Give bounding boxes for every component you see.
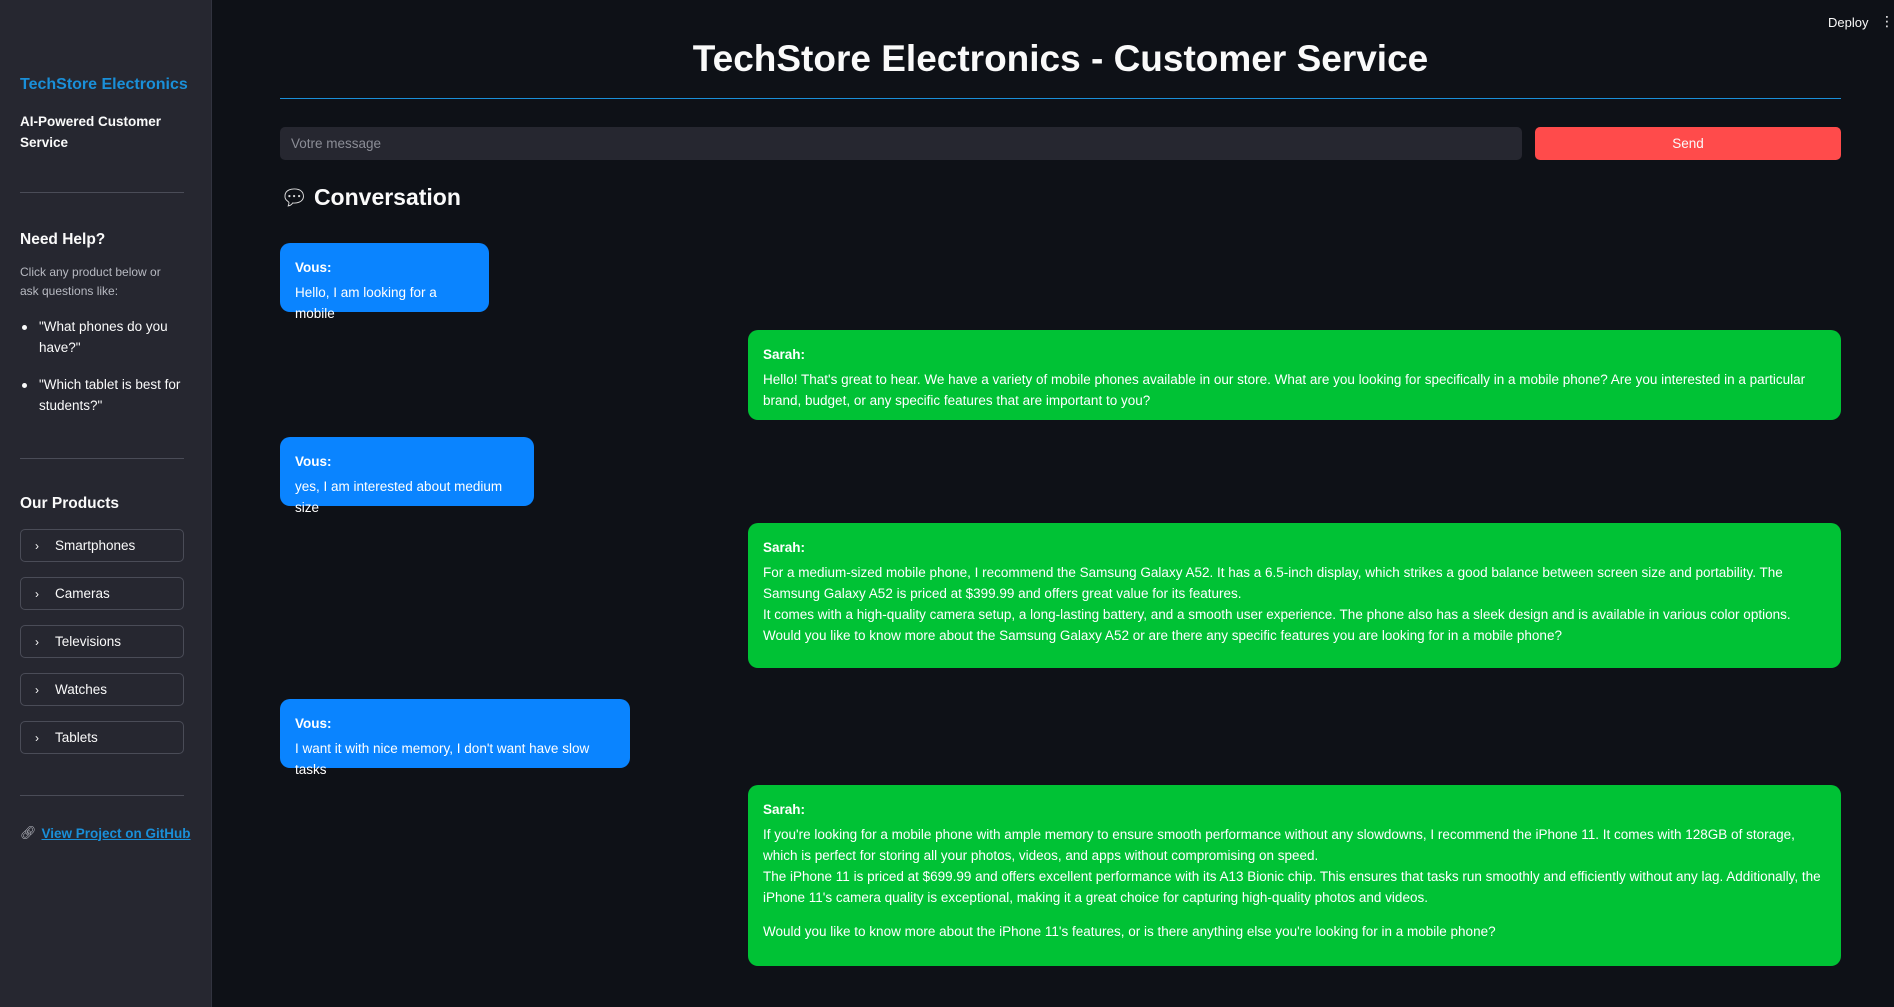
- help-examples-list: "What phones do you have?" "Which tablet…: [20, 316, 184, 432]
- github-link-row: 🔗︎ View Project on GitHub: [20, 825, 191, 841]
- product-label: Cameras: [55, 586, 110, 601]
- speech-bubble-icon: 💬︎: [280, 184, 308, 210]
- message-sender: Vous:: [295, 454, 332, 469]
- sidebar-brand: TechStore Electronics: [20, 76, 188, 93]
- help-example-item: "What phones do you have?": [20, 316, 184, 358]
- product-expander-cameras[interactable]: › Cameras: [20, 577, 184, 610]
- chevron-right-icon: ›: [35, 682, 39, 697]
- help-text: Click any product below or ask questions…: [20, 265, 161, 298]
- product-label: Tablets: [55, 730, 98, 745]
- user-message: Vous: Hello, I am looking for a mobile: [280, 243, 489, 321]
- sidebar-divider: [20, 795, 184, 796]
- chevron-right-icon: ›: [35, 538, 39, 553]
- message-sender: Sarah:: [763, 347, 806, 362]
- product-label: Televisions: [55, 634, 122, 649]
- assistant-message: Sarah: For a medium-sized mobile phone, …: [748, 523, 1841, 668]
- product-expander-tablets[interactable]: › Tablets: [20, 721, 184, 754]
- more-options-icon[interactable]: ⋮: [1880, 14, 1894, 28]
- deploy-button[interactable]: Deploy: [1828, 15, 1868, 30]
- message-sender: Sarah:: [763, 802, 806, 817]
- chevron-right-icon: ›: [35, 634, 39, 649]
- sidebar-divider: [20, 458, 184, 459]
- product-expander-watches[interactable]: › Watches: [20, 673, 184, 706]
- message-sender: Sarah:: [763, 540, 806, 555]
- chevron-right-icon: ›: [35, 586, 39, 601]
- sidebar-tagline: AI-Powered Customer Service: [20, 114, 162, 150]
- user-message: Vous: yes, I am interested about medium …: [280, 437, 534, 515]
- link-icon: 🔗︎: [20, 825, 37, 840]
- help-example-item: "Which tablet is best for students?": [20, 374, 184, 416]
- github-link[interactable]: View Project on GitHub: [42, 826, 191, 841]
- sidebar-divider: [20, 192, 184, 193]
- page-title: TechStore Electronics - Customer Service: [692, 38, 1429, 79]
- message-text: The iPhone 11 is priced at $699.99 and o…: [763, 869, 1821, 905]
- message-text: It comes with a high-quality camera setu…: [763, 607, 1791, 643]
- assistant-message: Sarah: If you're looking for a mobile ph…: [748, 785, 1841, 966]
- message-input[interactable]: [280, 127, 1522, 160]
- message-text: Would you like to know more about the iP…: [763, 924, 1496, 939]
- conversation-header: 💬︎ Conversation: [280, 184, 461, 211]
- send-button[interactable]: Send: [1535, 127, 1841, 160]
- message-text: Hello! That's great to hear. We have a v…: [763, 372, 1806, 408]
- product-expander-televisions[interactable]: › Televisions: [20, 625, 184, 658]
- message-text: For a medium-sized mobile phone, I recom…: [763, 565, 1783, 601]
- message-sender: Vous:: [295, 716, 332, 731]
- products-list: › Smartphones › Cameras › Televisions › …: [20, 529, 184, 769]
- message-sender: Vous:: [295, 260, 332, 275]
- message-text: I want it with nice memory, I don't want…: [295, 741, 590, 777]
- product-expander-smartphones[interactable]: › Smartphones: [20, 529, 184, 562]
- assistant-message: Sarah: Hello! That's great to hear. We h…: [748, 330, 1841, 420]
- conversation-title: Conversation: [313, 184, 461, 210]
- products-title: Our Products: [20, 495, 120, 512]
- message-text: Hello, I am looking for a mobile: [295, 285, 437, 321]
- help-title: Need Help?: [20, 231, 106, 248]
- message-text: If you're looking for a mobile phone wit…: [763, 827, 1795, 863]
- product-label: Watches: [55, 682, 108, 697]
- sidebar: TechStore Electronics AI-Powered Custome…: [0, 0, 212, 1007]
- user-message: Vous: I want it with nice memory, I don'…: [280, 699, 630, 777]
- message-text: yes, I am interested about medium size: [295, 479, 503, 515]
- chevron-right-icon: ›: [35, 730, 39, 745]
- title-divider: [280, 98, 1841, 99]
- product-label: Smartphones: [55, 538, 136, 553]
